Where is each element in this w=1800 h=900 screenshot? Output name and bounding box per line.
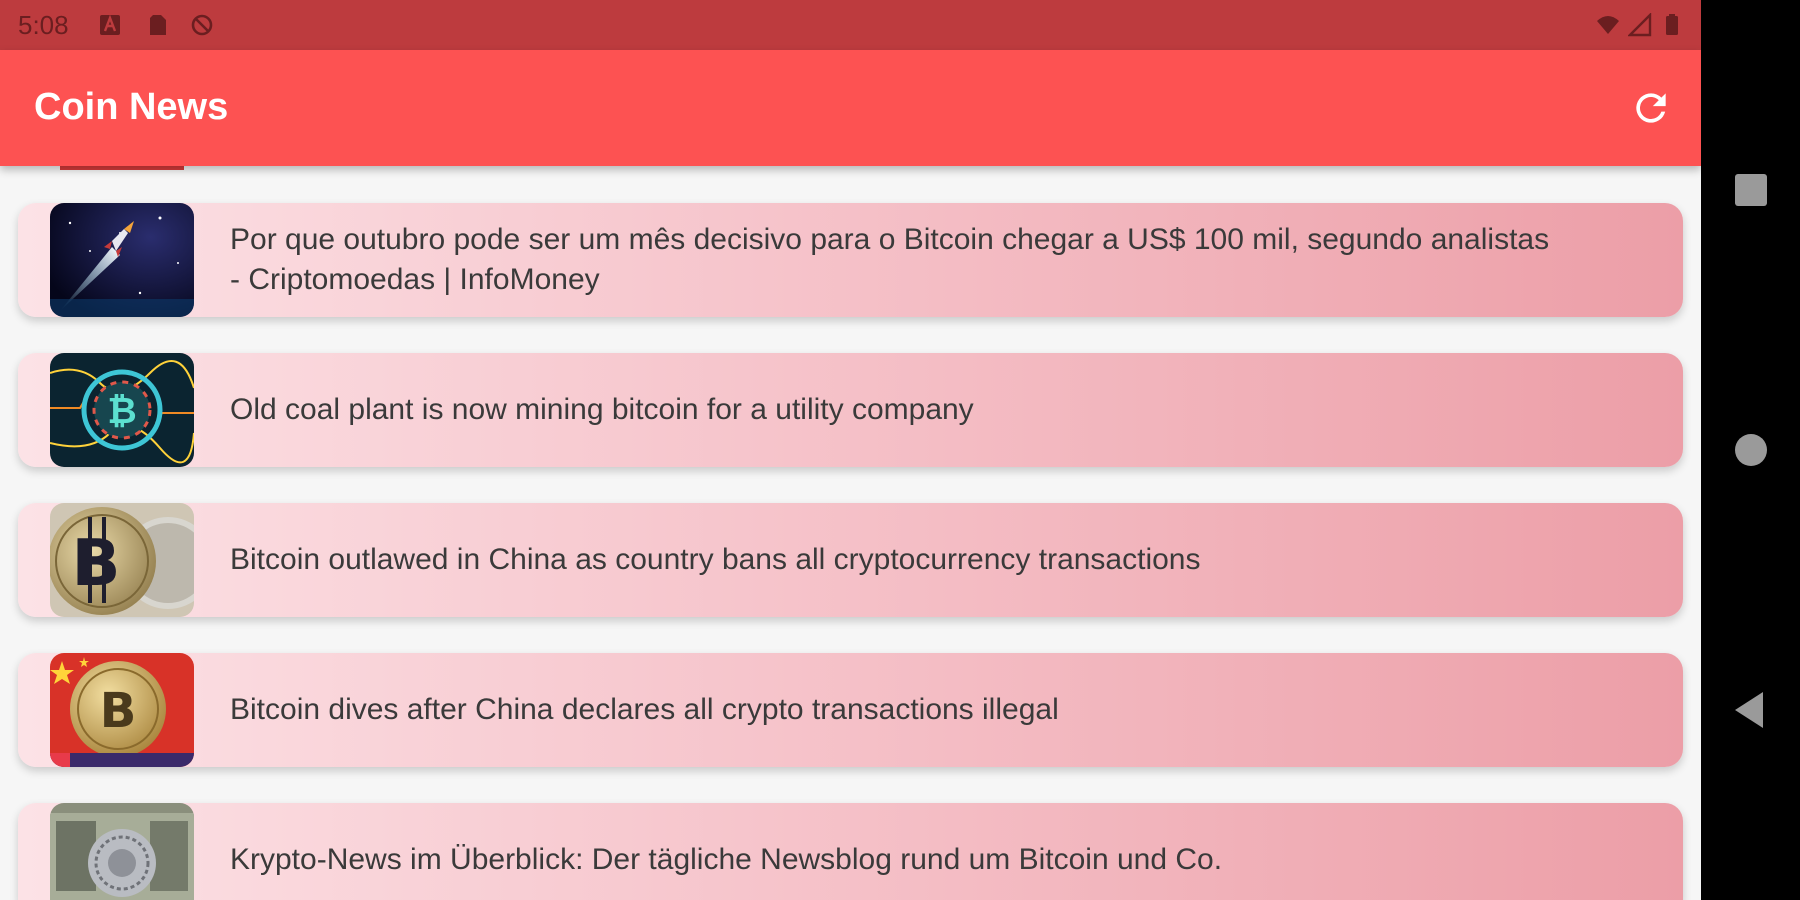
app-bar: Coin News [0, 50, 1701, 166]
bitcoin-circuit-image: ₿ [50, 353, 194, 467]
news-item[interactable]: ₿ Old coal plant is now mining bitcoin f… [18, 353, 1683, 467]
svg-text:₿: ₿ [107, 391, 136, 432]
news-item[interactable]: Por que outubro pode ser um mês decisivo… [18, 203, 1683, 317]
sim-card-icon [150, 15, 166, 35]
news-thumbnail-china: B [50, 653, 194, 767]
news-thumbnail-banknote [50, 803, 194, 900]
news-item[interactable]: B Bitcoin outlawed in China as country b… [18, 503, 1683, 617]
bitcoin-coins-image: B [50, 503, 194, 617]
news-title: Bitcoin outlawed in China as country ban… [230, 543, 1201, 576]
app-screen: 5:08 Coin News Por que outubro pode ser … [0, 0, 1701, 900]
navigation-bar [1701, 0, 1800, 900]
rocket-image [50, 203, 194, 317]
status-bar: 5:08 [0, 0, 1701, 50]
back-button[interactable] [1727, 686, 1775, 734]
svg-text:B: B [72, 527, 121, 601]
news-thumbnail-coins: B [50, 503, 194, 617]
refresh-icon[interactable] [1629, 86, 1673, 130]
signal-icon [1628, 13, 1652, 37]
news-thumbnail-circuit: ₿ [50, 353, 194, 467]
battery-icon [1666, 14, 1678, 35]
recents-button[interactable] [1727, 166, 1775, 214]
news-title: Bitcoin dives after China declares all c… [230, 693, 1059, 726]
news-item[interactable]: B Bitcoin dives after China declares all… [18, 653, 1683, 767]
app-title: Coin News [34, 86, 229, 128]
home-button[interactable] [1727, 426, 1775, 474]
svg-text:B: B [100, 683, 137, 739]
status-time: 5:08 [18, 10, 69, 40]
news-list[interactable]: Por que outubro pode ser um mês decisivo… [0, 166, 1701, 900]
news-title: Old coal plant is now mining bitcoin for… [230, 393, 974, 426]
wifi-icon [1597, 16, 1619, 34]
news-thumbnail-rocket [50, 203, 194, 317]
coin-on-banknote-image [50, 803, 194, 900]
no-sync-icon [191, 14, 213, 36]
news-item[interactable]: Krypto-News im Überblick: Der tägliche N… [18, 803, 1683, 900]
bitcoin-china-flag-image: B [50, 653, 194, 767]
news-title: Por que outubro pode ser um mês decisivo… [230, 223, 1550, 296]
font-icon [100, 14, 120, 35]
news-title: Krypto-News im Überblick: Der tägliche N… [230, 843, 1223, 876]
